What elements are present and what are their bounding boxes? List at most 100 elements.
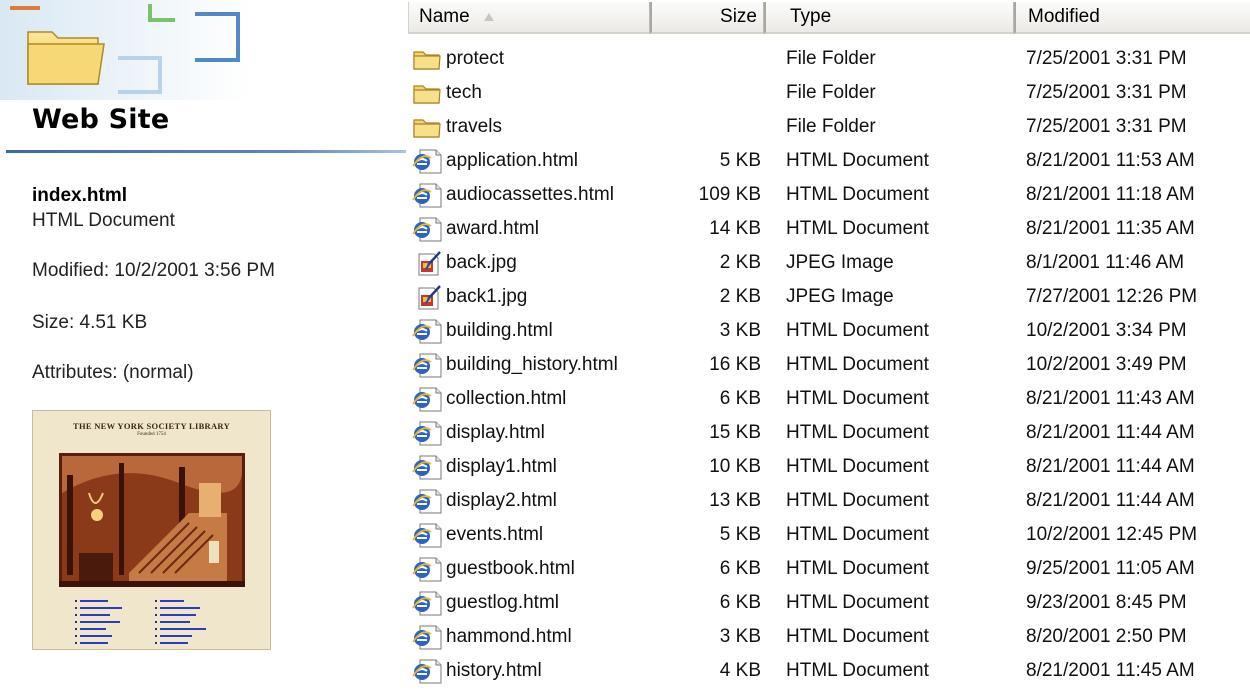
file-type: HTML Document [786,218,929,239]
file-modified: 10/2/2001 3:34 PM [1026,320,1187,341]
file-name: hammond.html [446,626,572,647]
jpeg-image-icon [412,285,442,310]
file-row-guestbook-html[interactable]: guestbook.html 6 KB HTML Document 9/25/2001… [408,552,1250,586]
file-type: JPEG Image [786,286,894,307]
file-name: display2.html [446,490,557,511]
thumbnail-photo-image [59,453,245,587]
file-row-hammond-html[interactable]: hammond.html 3 KB HTML Document 8/20/2001 2… [408,620,1250,654]
html-document-icon [412,455,442,480]
file-name: events.html [446,524,544,545]
file-name: award.html [446,218,539,239]
file-type: HTML Document [786,320,929,341]
file-type: HTML Document [786,456,929,477]
column-header-modified[interactable]: Modified [1014,2,1250,34]
file-name: building_history.html [446,354,618,375]
column-header-type[interactable]: Type [764,2,1014,34]
file-type: HTML Document [786,150,929,171]
file-row-award-html[interactable]: award.html 14 KB HTML Document 8/21/2001 11… [408,212,1250,246]
folder-icon [412,115,442,140]
file-name: guestbook.html [446,558,575,579]
file-name: display1.html [446,456,557,477]
file-row-application-html[interactable]: application.html 5 KB HTML Document 8/21/20… [408,144,1250,178]
file-type: HTML Document [786,626,929,647]
file-size: 6 KB [719,388,761,409]
file-type: HTML Document [786,388,929,409]
file-modified: 8/21/2001 11:44 AM [1026,422,1195,443]
file-modified: 7/27/2001 12:26 PM [1026,286,1198,307]
file-type: HTML Document [786,524,929,545]
title-divider [6,150,406,153]
html-document-icon [412,489,442,514]
file-modified: 7/25/2001 3:31 PM [1026,48,1187,69]
selected-file-modified: Modified: 10/2/2001 3:56 PM [32,260,275,281]
html-document-icon [412,659,442,684]
file-type: HTML Document [786,558,929,579]
file-size: 6 KB [719,558,761,579]
file-modified: 7/25/2001 3:31 PM [1026,116,1187,137]
column-header-name-label: Name [419,6,470,27]
file-modified: 7/25/2001 3:31 PM [1026,82,1187,103]
file-row-tech[interactable]: tech File Folder 7/25/2001 3:31 PM [408,76,1250,110]
file-name: display.html [446,422,545,443]
file-name: audiocassettes.html [446,184,614,205]
thumbnail-subtitle: Founded 1754 [137,432,166,437]
file-name: guestlog.html [446,592,560,613]
folder-banner-icon [0,0,250,100]
file-row-travels[interactable]: travels File Folder 7/25/2001 3:31 PM [408,110,1250,144]
file-name: tech [446,82,482,103]
file-row-guestlog-html[interactable]: guestlog.html 6 KB HTML Document 9/23/2001 … [408,586,1250,620]
file-modified: 8/20/2001 2:50 PM [1026,626,1187,647]
file-name: building.html [446,320,553,341]
column-header-size[interactable]: Size [650,2,764,34]
file-modified: 8/21/2001 11:43 AM [1026,388,1195,409]
file-name: back1.jpg [446,286,528,307]
column-header-size-label: Size [720,6,757,27]
file-preview-thumbnail: THE NEW YORK SOCIETY LIBRARY Founded 175… [32,410,271,650]
folder-icon [412,81,442,106]
file-row-display2-html[interactable]: display2.html 13 KB HTML Document 8/21/2001… [408,484,1250,518]
file-row-back1-jpg[interactable]: back1.jpg 2 KB JPEG Image 7/27/2001 12:26 P… [408,280,1250,314]
file-size: 15 KB [709,422,761,443]
file-modified: 10/2/2001 12:45 PM [1026,524,1198,545]
file-type: HTML Document [786,422,929,443]
file-size: 10 KB [709,456,761,477]
thumbnail-links-right [155,598,206,647]
file-modified: 8/21/2001 11:44 AM [1026,490,1195,511]
file-name: travels [446,116,502,137]
selected-file-name: index.html [32,185,128,206]
file-row-protect[interactable]: protect File Folder 7/25/2001 3:31 PM [408,42,1250,76]
file-name: application.html [446,150,579,171]
html-document-icon [412,421,442,446]
file-size: 13 KB [709,490,761,511]
file-row-display1-html[interactable]: display1.html 10 KB HTML Document 8/21/2001… [408,450,1250,484]
file-row-audiocassettes-html[interactable]: audiocassettes.html 109 KB HTML Document 8/… [408,178,1250,212]
selected-file-type: HTML Document [32,210,175,231]
file-type: HTML Document [786,354,929,375]
file-row-collection-html[interactable]: collection.html 6 KB HTML Document 8/21/200… [408,382,1250,416]
file-name: collection.html [446,388,567,409]
file-size: 6 KB [719,592,761,613]
pane-title: Web Site [32,104,170,135]
file-modified: 9/25/2001 11:05 AM [1026,558,1195,579]
html-document-icon [412,217,442,242]
file-row-back-jpg[interactable]: back.jpg 2 KB JPEG Image 8/1/2001 11:46 AM [408,246,1250,280]
html-document-icon [412,149,442,174]
file-row-building-history-html[interactable]: building_history.html 16 KB HTML Document 1… [408,348,1250,382]
file-list-view[interactable]: Name Size Type Modified protect File Fold… [408,0,1250,684]
html-document-icon [412,353,442,378]
column-header-name[interactable]: Name [408,2,650,34]
file-modified: 8/21/2001 11:18 AM [1026,184,1195,205]
file-type: JPEG Image [786,252,894,273]
file-size: 3 KB [719,626,761,647]
file-type: HTML Document [786,592,929,613]
file-type: File Folder [786,82,876,103]
file-type: File Folder [786,116,876,137]
file-row-display-html[interactable]: display.html 15 KB HTML Document 8/21/2001 … [408,416,1250,450]
html-document-icon [412,523,442,548]
file-modified: 8/21/2001 11:44 AM [1026,456,1195,477]
thumbnail-title: THE NEW YORK SOCIETY LIBRARY [72,421,231,431]
file-row-events-html[interactable]: events.html 5 KB HTML Document 10/2/2001 12… [408,518,1250,552]
file-row-building-html[interactable]: building.html 3 KB HTML Document 10/2/2001 … [408,314,1250,348]
file-size: 5 KB [719,150,761,171]
thumbnail-links-left [75,598,122,647]
